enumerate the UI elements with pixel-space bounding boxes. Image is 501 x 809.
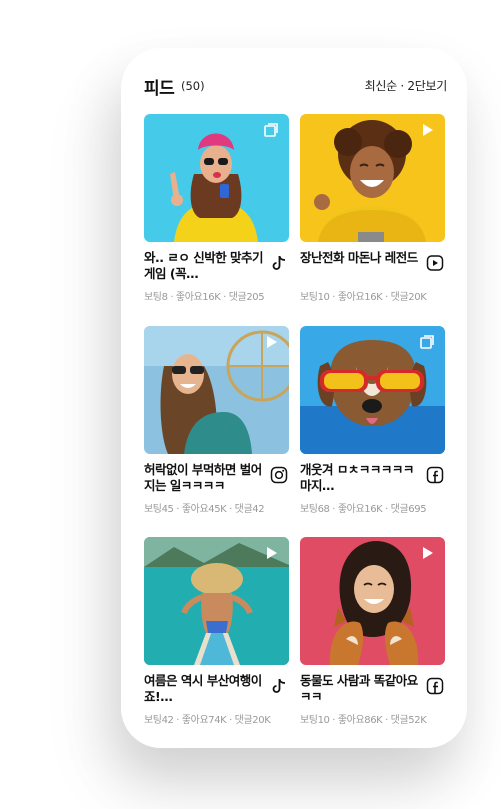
facebook-icon [426,466,444,484]
card-stats: 보팅10 · 좋아요86K · 댓글52K [300,715,427,726]
page-title: 피드 [144,79,175,99]
tiktok-icon [270,677,288,695]
sort-view-toggle[interactable]: 최신순 · 2단보기 [365,77,448,94]
gallery-icon [263,122,279,138]
card-title[interactable]: 동물도 사람과 똑같아요ㅋㅋ [300,673,420,705]
tiktok-icon [270,254,288,272]
card-stats: 보팅68 · 좋아요16K · 댓글695 [300,504,427,515]
card-title[interactable]: 여름은 역시 부산여행이죠!… [144,673,264,705]
card-thumbnail[interactable] [144,326,289,454]
instagram-icon [270,466,288,484]
facebook-icon [426,677,444,695]
phone-frame: 피드 (50) 최신순 · 2단보기 와.. ㄹㅇ 신박한 맞추기 게임 (꼭…… [121,48,467,748]
card-title[interactable]: 장난전화 마돈나 레전드 [300,250,420,266]
feed-header: 피드 (50) 최신순 · 2단보기 [144,74,448,99]
card-thumbnail[interactable] [144,537,289,665]
card-stats: 보팅42 · 좋아요74K · 댓글20K [144,715,271,726]
gallery-icon [419,334,435,350]
youtube-icon [426,254,444,272]
card-title[interactable]: 와.. ㄹㅇ 신박한 맞추기 게임 (꼭… [144,250,264,282]
card-title[interactable]: 허락없이 부먹하면 벌어지는 일ㅋㅋㅋㅋ [144,462,264,494]
card-thumbnail[interactable] [300,326,445,454]
feed-count: (50) [181,79,205,93]
card-stats: 보팅45 · 좋아요45K · 댓글42 [144,504,265,515]
card-thumbnail[interactable] [300,537,445,665]
play-icon [263,334,279,350]
play-icon [419,545,435,561]
card-thumbnail[interactable] [144,114,289,242]
card-stats: 보팅10 · 좋아요16K · 댓글20K [300,292,427,303]
play-icon [263,545,279,561]
card-title[interactable]: 개웃겨 ㅁㅊㅋㅋㅋㅋㅋ마지… [300,462,420,494]
card-stats: 보팅8 · 좋아요16K · 댓글205 [144,292,265,303]
card-thumbnail[interactable] [300,114,445,242]
play-icon [419,122,435,138]
